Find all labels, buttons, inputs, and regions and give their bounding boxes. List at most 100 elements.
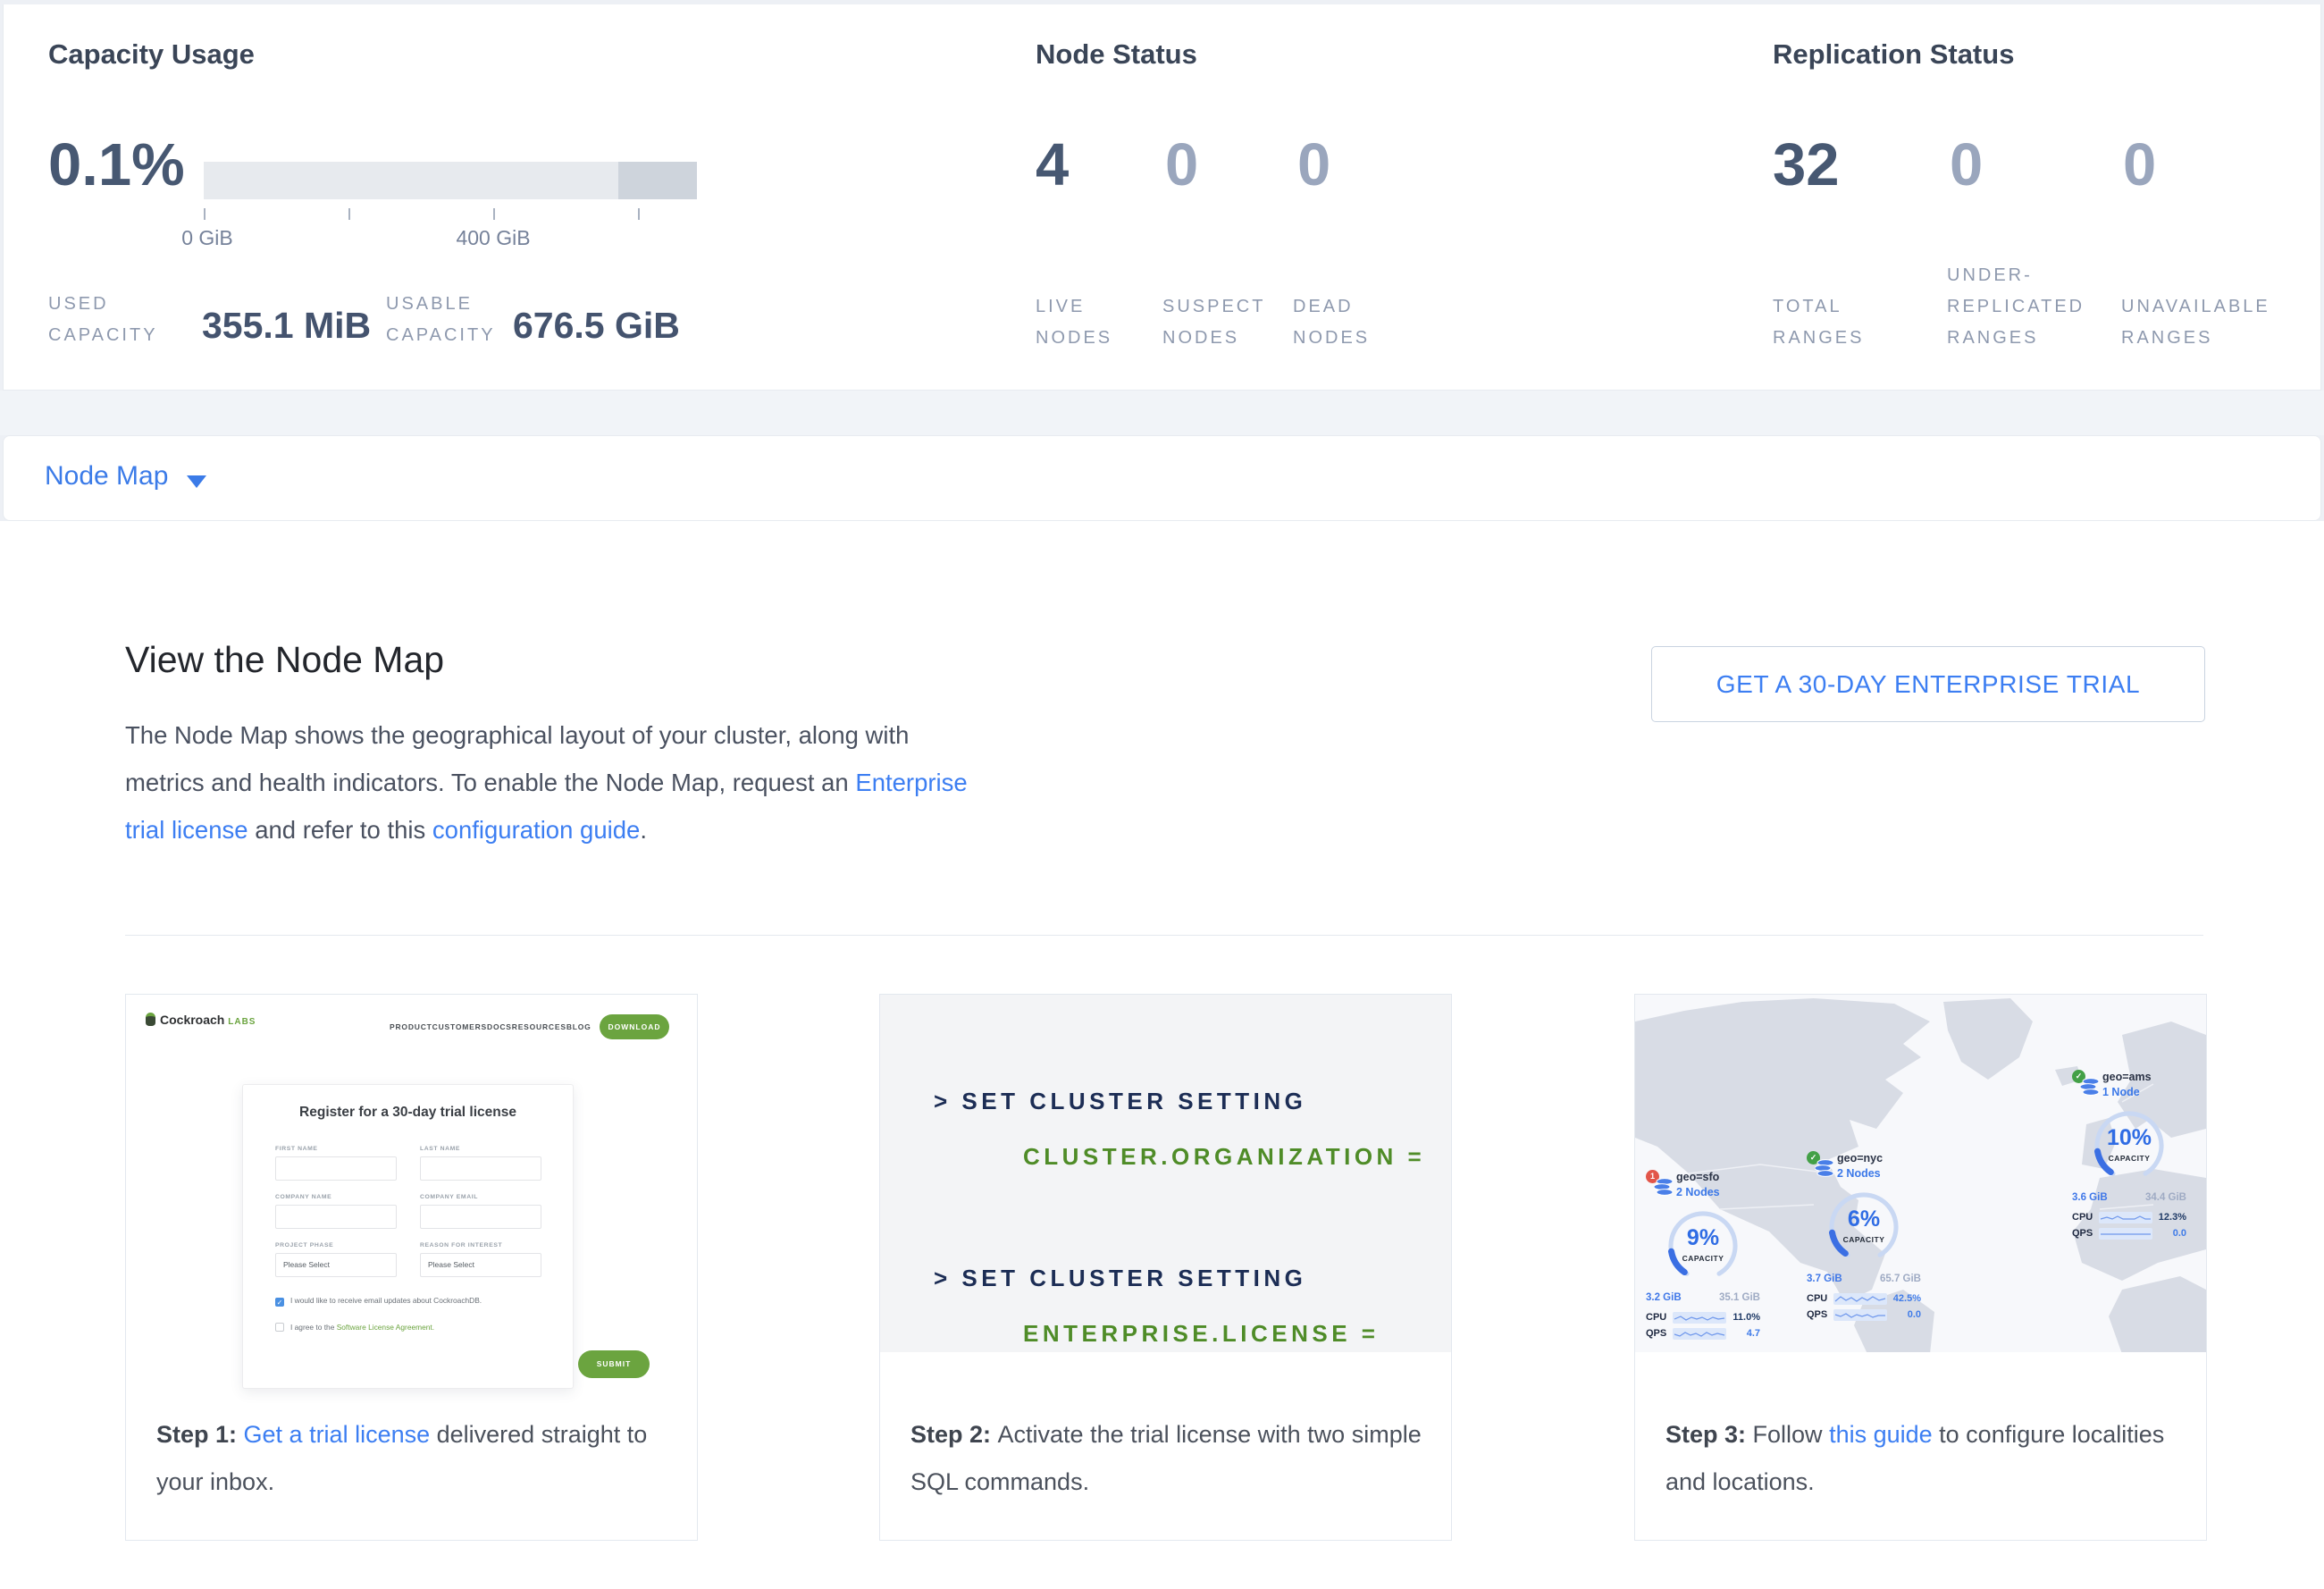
- cpu-label: CPU: [2072, 1212, 2099, 1223]
- cluster-node-count: 2 Nodes: [1676, 1186, 1720, 1198]
- capacity-axis-tick: [493, 208, 495, 220]
- select-field: Please Select: [420, 1253, 541, 1277]
- total-ranges-count: 32: [1773, 121, 1840, 210]
- cluster-summary-panel: Capacity Usage 0.1% 0 GiB 400 GiB USED C…: [3, 4, 2321, 391]
- total-capacity: 35.1 GiB: [1719, 1292, 1760, 1303]
- text-field: [275, 1156, 397, 1181]
- step2-caption: Step 2: Activate the trial license with …: [910, 1411, 1424, 1506]
- database-icon: [1654, 1178, 1674, 1196]
- sql-setting-line: CLUSTER.ORGANIZATION =: [1023, 1143, 1425, 1171]
- view-selector-bar[interactable]: Node Map: [3, 435, 2321, 521]
- capacity-values: 3.2 GiB 35.1 GiB: [1646, 1292, 1760, 1303]
- qps-value: 0.0: [1887, 1309, 1921, 1320]
- chevron-down-icon[interactable]: [187, 475, 206, 488]
- suspect-nodes-label: SUSPECT NODES: [1162, 291, 1296, 354]
- text-field: [275, 1205, 397, 1229]
- field-label: COMPANY EMAIL: [420, 1194, 478, 1200]
- checkbox-empty-icon: [275, 1323, 284, 1332]
- thumbnail-nav-item: DOCS: [487, 1022, 512, 1031]
- used-capacity-label: USED CAPACITY: [48, 289, 182, 351]
- qps-row: QPS 0.0: [1807, 1308, 1921, 1321]
- step1-card: Cockroach LABS PRODUCT CUSTOMERS DOCS RE…: [125, 994, 698, 1541]
- unavailable-ranges-count: 0: [2123, 121, 2156, 210]
- field-label: LAST NAME: [420, 1146, 460, 1152]
- dead-nodes-count: 0: [1297, 121, 1330, 210]
- capacity-axis-tick: [638, 208, 640, 220]
- qps-row: QPS 0.0: [2072, 1227, 2186, 1240]
- configuration-guide-link[interactable]: configuration guide: [432, 816, 640, 844]
- qps-label: QPS: [2072, 1228, 2099, 1239]
- step3-label: Step 3:: [1665, 1421, 1753, 1448]
- cpu-row: CPU 11.0%: [1646, 1311, 1760, 1324]
- sql-prompt-line: > SET CLUSTER SETTING: [934, 1265, 1306, 1292]
- field-label: FIRST NAME: [275, 1146, 318, 1152]
- step2-label: Step 2:: [910, 1421, 998, 1448]
- under-replicated-ranges-count: 0: [1950, 121, 1983, 210]
- sql-setting-line: ENTERPRISE.LICENSE =: [1023, 1320, 1379, 1348]
- unavailable-ranges-label: UNAVAILABLE RANGES: [2121, 291, 2291, 354]
- capacity-bar-nonusable-segment: [618, 162, 697, 199]
- field-label: REASON FOR INTEREST: [420, 1242, 502, 1248]
- field-label: COMPANY NAME: [275, 1194, 331, 1200]
- thumbnail-nav: PRODUCT CUSTOMERS DOCS RESOURCES BLOG: [390, 1022, 591, 1031]
- used-capacity-value: 355.1 MiB: [202, 305, 371, 347]
- capacity-bar: [204, 162, 697, 199]
- page-title: View the Node Map: [125, 639, 444, 681]
- cockroach-bug-icon: [146, 1013, 155, 1026]
- form-title: Register for a 30-day trial license: [243, 1105, 573, 1121]
- thumbnail-nav-item: BLOG: [566, 1022, 591, 1031]
- qps-label: QPS: [1646, 1328, 1673, 1339]
- database-icon: [1815, 1159, 1834, 1177]
- capacity-axis-label-400: 400 GiB: [440, 226, 547, 250]
- total-capacity: 65.7 GiB: [1880, 1274, 1921, 1284]
- capacity-label: CAPACITY: [1661, 1254, 1745, 1263]
- capacity-gauge: 10% CAPACITY: [2087, 1104, 2171, 1188]
- qps-value: 0.0: [2152, 1228, 2186, 1239]
- step1-caption: Step 1: Get a trial license delivered st…: [156, 1411, 670, 1506]
- live-nodes-count: 4: [1036, 121, 1069, 210]
- select-field: Please Select: [275, 1253, 397, 1277]
- sql-prompt-line: > SET CLUSTER SETTING: [934, 1088, 1306, 1115]
- node-map-description: The Node Map shows the geographical layo…: [125, 711, 983, 853]
- cpu-sparkline: [2099, 1212, 2152, 1223]
- license-agreement-link: Software License Agreement.: [337, 1323, 434, 1332]
- cpu-label: CPU: [1807, 1293, 1833, 1304]
- capacity-axis-tick: [204, 208, 206, 220]
- qps-label: QPS: [1807, 1309, 1833, 1320]
- view-selector-label[interactable]: Node Map: [45, 461, 168, 492]
- cpu-value: 11.0%: [1726, 1312, 1760, 1323]
- get-trial-license-link[interactable]: Get a trial license: [244, 1421, 431, 1448]
- sql-code-block: > SET CLUSTER SETTING CLUSTER.ORGANIZATI…: [880, 995, 1451, 1352]
- capacity-axis-label-zero: 0 GiB: [154, 226, 261, 250]
- step3-caption: Step 3: Follow this guide to configure l…: [1665, 1411, 2179, 1506]
- cluster-node-count: 1 Node: [2102, 1086, 2140, 1098]
- step1-label: Step 1:: [156, 1421, 244, 1448]
- used-capacity: 3.6 GiB: [2072, 1192, 2108, 1203]
- cluster-locality: geo=sfo: [1676, 1171, 1719, 1183]
- field-label: PROJECT PHASE: [275, 1242, 333, 1248]
- enterprise-trial-button[interactable]: GET A 30-DAY ENTERPRISE TRIAL: [1651, 646, 2205, 722]
- capacity-label: CAPACITY: [2087, 1154, 2171, 1163]
- node-map-promo-section: View the Node Map The Node Map shows the…: [0, 521, 2324, 1589]
- usable-capacity-label: USABLE CAPACITY: [386, 289, 520, 351]
- replication-status-title: Replication Status: [1773, 38, 2014, 71]
- thumbnail-nav-item: RESOURCES: [512, 1022, 566, 1031]
- registration-site-thumbnail: Cockroach LABS PRODUCT CUSTOMERS DOCS RE…: [126, 995, 697, 1406]
- step2-card: > SET CLUSTER SETTING CLUSTER.ORGANIZATI…: [879, 994, 1452, 1541]
- total-capacity: 34.4 GiB: [2145, 1192, 2186, 1203]
- capacity-gauge: 6% CAPACITY: [1822, 1185, 1906, 1269]
- this-guide-link[interactable]: this guide: [1829, 1421, 1933, 1448]
- qps-sparkline: [2099, 1228, 2152, 1240]
- thumbnail-submit-button: SUBMIT: [578, 1350, 650, 1378]
- email-updates-checkbox-row: ✓I would like to receive email updates a…: [275, 1296, 482, 1307]
- cpu-label: CPU: [1646, 1312, 1673, 1323]
- dead-nodes-label: DEAD NODES: [1293, 291, 1396, 354]
- live-nodes-label: LIVE NODES: [1036, 291, 1138, 354]
- capacity-values: 3.7 GiB 65.7 GiB: [1807, 1274, 1921, 1284]
- description-text: The Node Map shows the geographical layo…: [125, 721, 909, 796]
- cpu-value: 12.3%: [2152, 1212, 2186, 1223]
- qps-sparkline: [1833, 1309, 1887, 1321]
- cluster-overview-page: Capacity Usage 0.1% 0 GiB 400 GiB USED C…: [0, 0, 2324, 1589]
- section-gap: [0, 391, 2324, 435]
- thumbnail-nav-item: CUSTOMERS: [432, 1022, 487, 1031]
